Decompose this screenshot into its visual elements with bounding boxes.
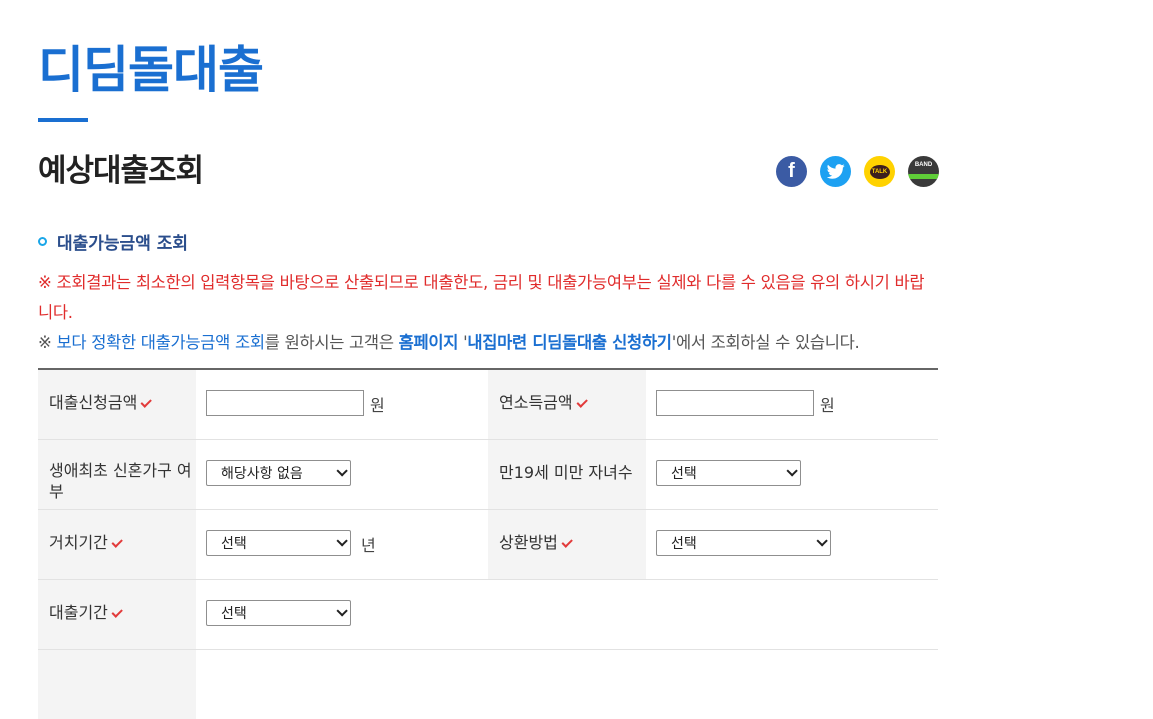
- disclaimer-notice: ※ 조회결과는 최소한의 입력항목을 바탕으로 산출되므로 대출한도, 금리 및…: [38, 273, 925, 322]
- loan-amount-input[interactable]: [206, 390, 364, 416]
- annual-income-input[interactable]: [656, 390, 814, 416]
- bullet-icon: [38, 237, 47, 246]
- loan-amount-unit: 원: [370, 396, 385, 415]
- subsection-label: 대출가능금액 조회: [57, 234, 189, 254]
- annual-income-label: 연소득금액: [488, 370, 646, 439]
- info-notice: ※ 보다 정확한 대출가능금액 조회를 원하시는 고객은 홈페이지 '내집마련 …: [38, 333, 860, 352]
- form-row: [38, 650, 938, 719]
- children-select[interactable]: 선택: [656, 460, 801, 486]
- chevron-down-icon: [336, 465, 348, 477]
- section-title: 예상대출조회: [38, 153, 204, 189]
- share-buttons: f TALK BAND: [776, 156, 939, 187]
- repayment-method-select[interactable]: 선택: [656, 530, 831, 556]
- kakaotalk-icon[interactable]: TALK: [864, 156, 895, 187]
- chevron-down-icon: [816, 535, 828, 547]
- empty-cell: [488, 580, 938, 649]
- next-row-label: [38, 650, 196, 719]
- chevron-down-icon: [786, 465, 798, 477]
- grace-period-label: 거치기간: [38, 510, 196, 579]
- loan-term-label: 대출기간: [38, 580, 196, 649]
- newlywed-select[interactable]: 해당사항 없음: [206, 460, 351, 486]
- chevron-down-icon: [336, 605, 348, 617]
- accurate-query-link[interactable]: 보다 정확한 대출가능금액 조회: [56, 333, 265, 352]
- required-check-icon: [140, 396, 153, 408]
- apply-menu-link[interactable]: 내집마련 디딤돌대출 신청하기: [467, 333, 672, 352]
- facebook-icon[interactable]: f: [776, 156, 807, 187]
- required-check-icon: [561, 536, 573, 548]
- twitter-icon[interactable]: [820, 156, 851, 187]
- annual-income-unit: 원: [820, 396, 835, 415]
- grace-period-unit: 년: [361, 536, 376, 555]
- loan-amount-label: 대출신청금액: [38, 370, 196, 439]
- homepage-link[interactable]: 홈페이지: [399, 333, 459, 352]
- grace-period-select[interactable]: 선택: [206, 530, 351, 556]
- newlywed-label: 생애최초 신혼가구 여부: [38, 440, 196, 509]
- chevron-down-icon: [336, 535, 348, 547]
- band-icon[interactable]: BAND: [908, 156, 939, 187]
- required-check-icon: [111, 606, 123, 618]
- children-label: 만19세 미만 자녀수: [488, 440, 646, 509]
- title-underline: [38, 118, 88, 122]
- loan-query-form: 대출신청금액 원 연소득금액 원 생애최초 신혼가구 여부 해당사항 없음 만1…: [38, 368, 938, 719]
- subsection-heading: 대출가능금액 조회: [38, 229, 188, 254]
- required-check-icon: [111, 536, 123, 548]
- page-title: 디딤돌대출: [38, 41, 264, 99]
- loan-term-select[interactable]: 선택: [206, 600, 351, 626]
- form-row: 대출신청금액 원 연소득금액 원: [38, 370, 938, 440]
- form-row: 대출기간 선택: [38, 580, 938, 650]
- form-row: 거치기간 선택 년 상환방법 선택: [38, 510, 938, 580]
- required-check-icon: [576, 396, 588, 408]
- form-row: 생애최초 신혼가구 여부 해당사항 없음 만19세 미만 자녀수 선택: [38, 440, 938, 510]
- repayment-method-label: 상환방법: [488, 510, 646, 579]
